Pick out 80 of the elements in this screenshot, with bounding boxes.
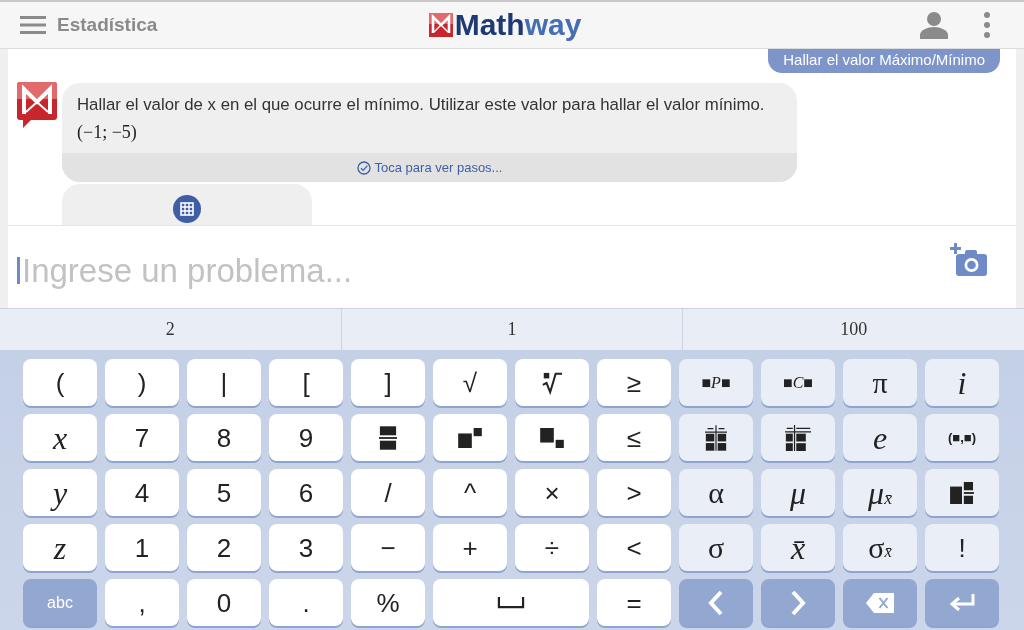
keyboard-key[interactable]: μ [761, 469, 835, 516]
keyboard-key[interactable] [925, 469, 999, 516]
keyboard-key[interactable]: . [269, 579, 343, 626]
keyboard-key[interactable]: ^ [433, 469, 507, 516]
grid-circle-icon[interactable] [173, 195, 201, 223]
keyboard-key[interactable]: 9 [269, 414, 343, 461]
chevron-right-icon [790, 589, 806, 616]
keyboard-key[interactable] [761, 414, 835, 461]
keyboard-key[interactable]: i [925, 359, 999, 406]
keyboard-key[interactable]: ■C■ [761, 359, 835, 406]
steps-button[interactable]: Toca para ver pasos... [62, 153, 797, 182]
menu-icon[interactable] [20, 16, 46, 34]
keyboard-key[interactable]: ! [925, 524, 999, 571]
keyboard-key[interactable]: √ [433, 359, 507, 406]
keyboard-key[interactable]: π [843, 359, 917, 406]
keyboard-key[interactable]: ) [105, 359, 179, 406]
keyboard-key[interactable]: ( [23, 359, 97, 406]
keyboard-key[interactable]: / [351, 469, 425, 516]
keyboard-key[interactable] [515, 359, 589, 406]
answer-text: Hallar el valor de x en el que ocurre el mínimo. Utilizar este valor para hallar el valor mínimo. [77, 95, 765, 115]
keyboard-key[interactable]: < [597, 524, 671, 571]
keyboard-key[interactable]: + [433, 524, 507, 571]
keyboard-key[interactable]: (■,■) [925, 414, 999, 461]
keyboard-key[interactable]: × [515, 469, 589, 516]
mixed-fraction-icon [950, 481, 974, 504]
keyboard-key[interactable]: ÷ [515, 524, 589, 571]
keyboard-key[interactable]: − [351, 524, 425, 571]
table-icon [785, 424, 811, 451]
enter-arrow-icon [948, 592, 976, 613]
keyboard-key[interactable]: 4 [105, 469, 179, 516]
keyboard-key[interactable] [351, 414, 425, 461]
keyboard-key[interactable] [433, 414, 507, 461]
keyboard-key[interactable]: 1 [105, 524, 179, 571]
problem-input[interactable]: Ingrese un problema... [8, 225, 1016, 308]
keyboard-key[interactable]: 7 [105, 414, 179, 461]
keyboard-key[interactable]: 2 [187, 524, 261, 571]
keyboard-key[interactable]: ≤ [597, 414, 671, 461]
keyboard-key[interactable]: ] [351, 359, 425, 406]
keyboard-key[interactable]: | [187, 359, 261, 406]
check-circle-icon [356, 160, 371, 175]
keyboard-key[interactable]: 8 [187, 414, 261, 461]
backspace-icon [866, 592, 894, 613]
keyboard-key[interactable]: 0 [187, 579, 261, 626]
keyboard-key[interactable]: x̄ [761, 524, 835, 571]
keyboard-key[interactable]: 3 [269, 524, 343, 571]
fraction-icon [379, 425, 397, 450]
keyboard-key[interactable]: σ [679, 524, 753, 571]
answer-result: (−1; −5) [77, 121, 137, 143]
keyboard-key[interactable]: α [679, 469, 753, 516]
keyboard-key[interactable]: y [23, 469, 97, 516]
keyboard-key[interactable]: , [105, 579, 179, 626]
keyboard-key[interactable]: ≥ [597, 359, 671, 406]
text-cursor-icon [17, 257, 20, 284]
chevron-left-icon [708, 589, 724, 616]
keyboard-key[interactable]: 5 [187, 469, 261, 516]
keyboard-key[interactable]: ■P■ [679, 359, 753, 406]
section-title: Estadística [57, 12, 158, 37]
superscript-icon [458, 427, 482, 448]
suggestion-button[interactable]: 100 [683, 309, 1024, 350]
space-bar-icon [497, 596, 525, 609]
logo-icon [428, 13, 453, 37]
table-icon [705, 424, 727, 451]
logo-text: Mathway [454, 10, 582, 40]
keyboard-key[interactable]: % [351, 579, 425, 626]
user-icon[interactable] [920, 11, 948, 39]
keyboard-key[interactable]: z [23, 524, 97, 571]
logo-avatar-icon [17, 82, 57, 128]
keyboard-key[interactable]: > [597, 469, 671, 516]
keyboard-key[interactable]: = [597, 579, 671, 626]
keyboard-key[interactable]: 6 [269, 469, 343, 516]
root-icon [541, 370, 563, 395]
keyboard-key[interactable]: [ [269, 359, 343, 406]
camera-add-icon[interactable] [950, 243, 988, 277]
subscript-icon [540, 427, 564, 448]
keyboard-key[interactable] [679, 414, 753, 461]
keyboard-key[interactable]: e [843, 414, 917, 461]
keyboard-key[interactable] [515, 414, 589, 461]
more-options-icon[interactable] [984, 12, 990, 38]
keyboard-key[interactable]: x [23, 414, 97, 461]
query-bubble: Hallar el valor Máximo/Mínimo [768, 49, 1000, 73]
